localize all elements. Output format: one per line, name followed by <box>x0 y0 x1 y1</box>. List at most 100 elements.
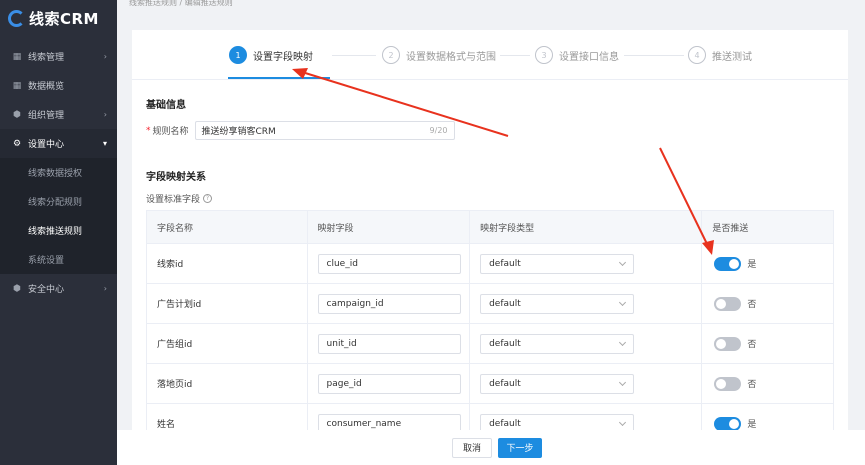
header-push: 是否推送 <box>712 223 749 234</box>
sidebar-item-data-overview[interactable]: ▦ 数据概览 <box>0 71 117 100</box>
step-number: 4 <box>688 46 706 64</box>
chevron-right-icon: › <box>103 284 107 293</box>
required-marker: * <box>146 125 151 136</box>
step-1[interactable]: 1 设置字段映射 <box>229 46 313 64</box>
field-type-select[interactable]: default <box>480 333 635 354</box>
header-field-type: 映射字段类型 <box>470 211 703 243</box>
mapped-field-input[interactable]: clue_id <box>317 253 461 274</box>
header-field-name: 字段名称 <box>147 211 308 243</box>
steps-bar: 1 设置字段映射 2 设置数据格式与范围 3 设置接口信息 4 推送测试 <box>132 30 848 80</box>
push-toggle[interactable] <box>714 296 742 311</box>
push-cell: 否 <box>702 364 833 403</box>
cancel-button[interactable]: 取消 <box>452 437 492 458</box>
footer-bar: 取消 下一步 <box>117 430 865 465</box>
help-icon[interactable]: ? <box>203 194 213 203</box>
field-type-cell: default <box>470 324 703 363</box>
push-cell: 是 <box>702 404 833 430</box>
chevron-down-icon <box>619 338 627 346</box>
next-step-button[interactable]: 下一步 <box>498 437 542 458</box>
sidebar-menu: ▦ 线索管理 › ▦ 数据概览 ⬢ 组织管理 › ⚙ 设置中心 ▾ 线索数据授权… <box>0 42 117 303</box>
rule-name-value: 推送纷享销客CRM <box>201 127 276 137</box>
field-name: 线索id <box>147 244 308 283</box>
settings-submenu: 线索数据授权 线索分配规则 线索推送规则 系统设置 <box>0 158 117 274</box>
gear-icon: ⚙ <box>12 138 22 149</box>
app-logo[interactable]: 线索CRM <box>0 0 117 36</box>
push-toggle[interactable] <box>714 256 742 271</box>
push-toggle[interactable] <box>714 336 742 351</box>
sidebar-item-security-center[interactable]: ⬢ 安全中心 › <box>0 274 117 303</box>
push-toggle-label: 否 <box>747 340 757 350</box>
push-cell: 是 <box>702 244 833 283</box>
push-toggle[interactable] <box>714 376 742 391</box>
step-2[interactable]: 2 设置数据格式与范围 <box>382 46 496 64</box>
field-type-cell: default <box>470 284 703 323</box>
field-type-select[interactable]: default <box>480 373 635 394</box>
field-type-value: default <box>489 258 521 269</box>
mapped-field-cell: unit_id <box>308 324 471 363</box>
field-type-cell: default <box>470 244 703 283</box>
sidebar-item-org-management[interactable]: ⬢ 组织管理 › <box>0 100 117 129</box>
field-type-value: default <box>489 298 521 309</box>
chevron-right-icon: › <box>103 110 107 119</box>
mapped-field-cell: campaign_id <box>308 284 471 323</box>
logo-icon <box>8 9 25 27</box>
push-toggle-label: 否 <box>747 380 757 390</box>
field-name: 广告组id <box>147 324 308 363</box>
sidebar-item-label: 线索管理 <box>28 53 65 63</box>
sidebar-item-settings-center[interactable]: ⚙ 设置中心 ▾ <box>0 129 117 158</box>
shield-icon: ⬢ <box>13 109 21 120</box>
sidebar-item-label: 设置中心 <box>28 140 65 150</box>
mapped-field-input[interactable]: campaign_id <box>317 293 461 314</box>
field-name: 广告计划id <box>147 284 308 323</box>
sidebar-subitem-clue-push-rules[interactable]: 线索推送规则 <box>0 216 117 245</box>
standard-fields-label: 设置标准字段 <box>146 195 201 205</box>
field-name: 落地页id <box>147 364 308 403</box>
step-label: 设置数据格式与范围 <box>406 51 496 63</box>
field-type-value: default <box>489 378 521 389</box>
step-connector <box>624 55 684 56</box>
push-toggle[interactable] <box>714 416 742 430</box>
mapped-field-input[interactable]: consumer_name <box>317 413 461 430</box>
push-toggle-label: 是 <box>747 260 757 270</box>
standard-fields-caption: 设置标准字段 ? <box>146 192 213 205</box>
chart-icon: ▦ <box>12 80 22 91</box>
sidebar: 线索CRM ▦ 线索管理 › ▦ 数据概览 ⬢ 组织管理 › ⚙ 设置中心 ▾ … <box>0 0 117 465</box>
field-name: 姓名 <box>147 404 308 430</box>
rule-name-input[interactable]: 推送纷享销客CRM 9/20 <box>194 121 455 140</box>
active-step-indicator <box>228 77 330 79</box>
chevron-down-icon: ▾ <box>102 139 107 148</box>
sidebar-subitem-clue-assign-rules[interactable]: 线索分配规则 <box>0 187 117 216</box>
mapped-field-input[interactable]: page_id <box>317 373 461 394</box>
push-cell: 否 <box>702 284 833 323</box>
breadcrumb: 线索推送规则 / 编辑推送规则 <box>129 0 233 7</box>
header-mapped-field: 映射字段 <box>308 211 471 243</box>
chevron-right-icon: › <box>103 52 107 61</box>
step-connector <box>332 55 376 56</box>
main-card: 1 设置字段映射 2 设置数据格式与范围 3 设置接口信息 4 推送测试 基础信… <box>132 30 848 430</box>
chevron-down-icon <box>619 258 627 266</box>
chevron-down-icon <box>619 378 627 386</box>
sidebar-subitem-clue-data-auth[interactable]: 线索数据授权 <box>0 158 117 187</box>
rule-name-label: 规则名称 <box>152 127 189 137</box>
step-connector <box>500 55 530 56</box>
logo-text: 线索CRM <box>29 9 99 28</box>
field-type-cell: default <box>470 404 703 430</box>
field-type-select[interactable]: default <box>480 253 635 274</box>
mapping-title: 字段映射关系 <box>146 172 206 183</box>
field-type-select[interactable]: default <box>480 413 635 430</box>
sidebar-item-label: 安全中心 <box>28 285 65 295</box>
sidebar-subitem-system-settings[interactable]: 系统设置 <box>0 245 117 274</box>
push-cell: 否 <box>702 324 833 363</box>
step-number: 1 <box>229 46 247 64</box>
chevron-down-icon <box>619 418 627 426</box>
mapped-field-cell: consumer_name <box>308 404 471 430</box>
field-type-select[interactable]: default <box>480 293 635 314</box>
field-type-value: default <box>489 418 521 429</box>
step-3[interactable]: 3 设置接口信息 <box>535 46 619 64</box>
field-type-value: default <box>489 338 521 349</box>
step-4[interactable]: 4 推送测试 <box>688 46 752 64</box>
mapped-field-input[interactable]: unit_id <box>317 333 461 354</box>
step-label: 设置接口信息 <box>559 51 619 63</box>
shield-icon: ⬢ <box>13 283 21 294</box>
sidebar-item-clue-management[interactable]: ▦ 线索管理 › <box>0 42 117 71</box>
